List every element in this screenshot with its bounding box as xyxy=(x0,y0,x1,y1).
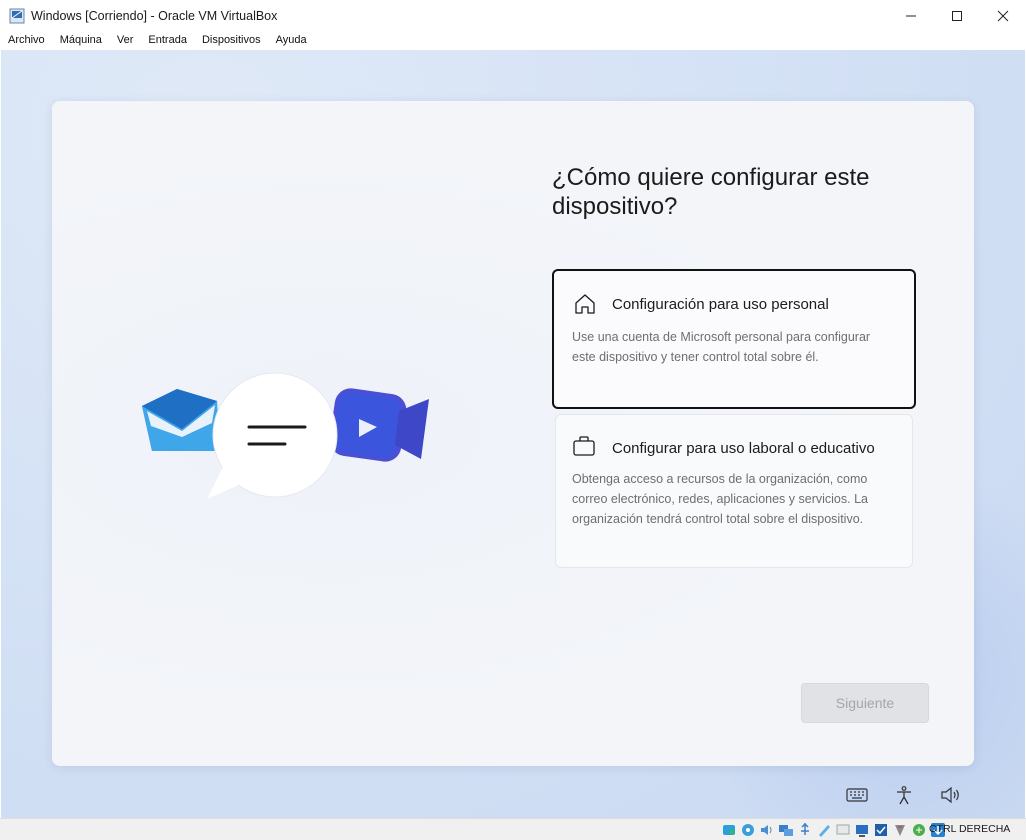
virtualbox-window-icon xyxy=(9,8,25,23)
menu-ver[interactable]: Ver xyxy=(113,31,138,50)
cpu-status-icon[interactable] xyxy=(892,822,908,838)
next-button[interactable]: Siguiente xyxy=(801,683,929,723)
window-controls xyxy=(888,0,1026,31)
oobe-tray xyxy=(835,783,963,807)
network-status-icon[interactable] xyxy=(778,822,794,838)
accessibility-icon xyxy=(897,786,911,805)
video-icon xyxy=(329,388,429,462)
maximize-button[interactable] xyxy=(934,0,980,31)
close-icon xyxy=(997,10,1009,21)
option-work-school[interactable]: Configurar para uso laboral o educativo … xyxy=(555,414,913,568)
communication-illustration xyxy=(142,372,429,499)
title-bar: Windows [Corriendo] - Oracle VM VirtualB… xyxy=(0,0,1026,31)
minimize-button[interactable] xyxy=(888,0,934,31)
minimize-icon xyxy=(906,15,916,16)
video-capture-status-icon[interactable] xyxy=(854,822,870,838)
volume-button[interactable] xyxy=(939,783,963,807)
option-personal-description: Use una cuenta de Microsoft personal par… xyxy=(572,330,871,364)
menu-ayuda[interactable]: Ayuda xyxy=(272,31,311,50)
oobe-card: ¿Cómo quiere configurar este dispositivo… xyxy=(52,101,974,766)
window-title: Windows [Corriendo] - Oracle VM VirtualB… xyxy=(31,8,278,23)
menu-entrada[interactable]: Entrada xyxy=(144,31,191,50)
close-button[interactable] xyxy=(980,0,1026,31)
shared-folders-status-icon[interactable] xyxy=(816,822,832,838)
mail-icon xyxy=(142,389,219,451)
hard-disk-status-icon[interactable] xyxy=(721,822,737,838)
option-personal-use[interactable]: Configuración para uso personal Use una … xyxy=(552,269,916,409)
accessibility-button[interactable] xyxy=(892,783,916,807)
mouse-integration-status-icon[interactable] xyxy=(873,822,889,838)
status-icons xyxy=(718,821,946,839)
menu-dispositivos[interactable]: Dispositivos xyxy=(198,31,265,50)
option-work-description: Obtenga acceso a recursos de la organiza… xyxy=(572,472,868,526)
keyboard-button[interactable] xyxy=(845,783,869,807)
volume-icon xyxy=(941,786,959,804)
menu-maquina[interactable]: Máquina xyxy=(56,31,106,50)
option-work-title: Configurar para uso laboral o educativo xyxy=(612,440,875,457)
chat-bubble-icon xyxy=(207,372,338,499)
vm-display[interactable]: ¿Cómo quiere configurar este dispositivo… xyxy=(1,50,1025,818)
menu-bar: Archivo Máquina Ver Entrada Dispositivos… xyxy=(0,31,1026,50)
page-title: ¿Cómo quiere configurar este dispositivo… xyxy=(552,164,870,220)
usb-status-icon[interactable] xyxy=(797,822,813,838)
home-icon xyxy=(575,294,595,314)
display-status-icon[interactable] xyxy=(835,822,851,838)
guest-additions-status-icon[interactable] xyxy=(911,822,927,838)
optical-drive-status-icon[interactable] xyxy=(740,822,756,838)
keyboard-icon xyxy=(846,788,868,802)
option-personal-title: Configuración para uso personal xyxy=(612,296,829,313)
menu-archivo[interactable]: Archivo xyxy=(4,31,49,50)
briefcase-icon xyxy=(573,436,595,456)
status-bar: CTRL DERECHA xyxy=(0,818,1026,840)
audio-status-icon[interactable] xyxy=(759,822,775,838)
maximize-icon xyxy=(952,10,962,21)
host-key-label: CTRL DERECHA xyxy=(929,823,1011,835)
